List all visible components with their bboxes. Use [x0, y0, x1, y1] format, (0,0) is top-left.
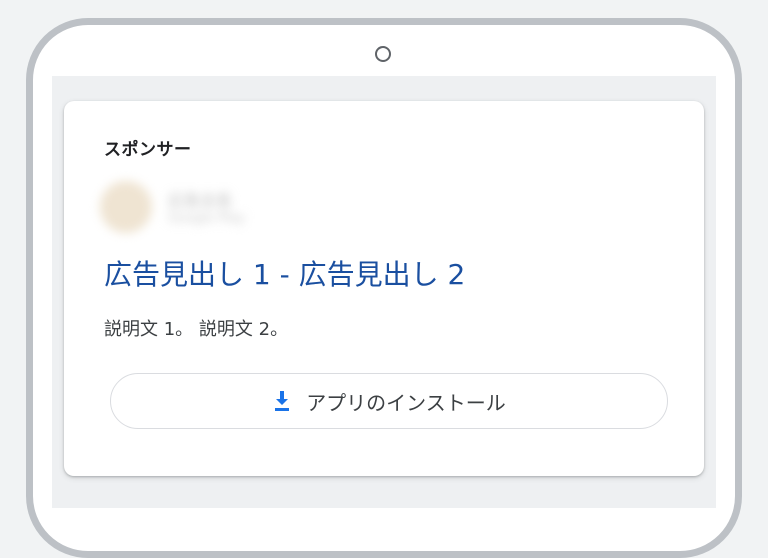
- ad-headline-link[interactable]: 広告見出し 1 - 広告見出し 2: [104, 253, 465, 293]
- advertiser-avatar: [100, 181, 152, 233]
- sponsored-ad-card: スポンサー 広告主名 Google Play 広告見出し 1 - 広告見出し 2…: [64, 101, 704, 476]
- advertiser-info-blurred: 広告主名 Google Play: [100, 179, 340, 235]
- download-icon: [275, 391, 290, 411]
- ad-description: 説明文 1。 説明文 2。: [104, 319, 289, 340]
- camera-dot: [375, 46, 391, 62]
- advertiser-url: Google Play: [168, 211, 246, 226]
- sponsored-label: スポンサー: [104, 140, 192, 160]
- install-button-label: アプリのインストール: [306, 390, 506, 415]
- advertiser-name: 広告主名: [168, 191, 233, 210]
- install-app-button[interactable]: アプリのインストール: [110, 373, 668, 429]
